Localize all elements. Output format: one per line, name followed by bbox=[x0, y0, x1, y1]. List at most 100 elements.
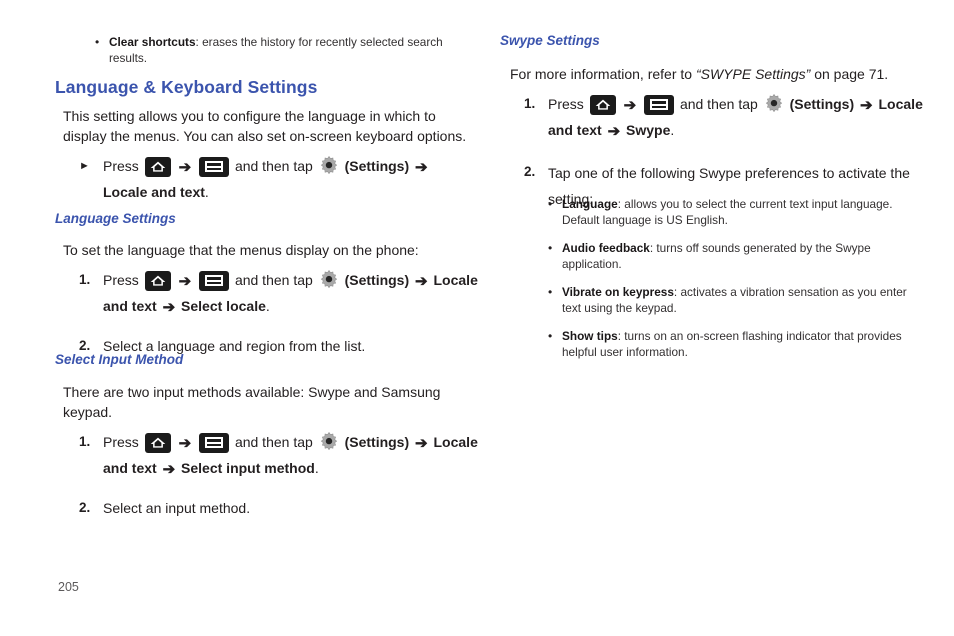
swype-preferences-list: • Language: allows you to select the curr… bbox=[548, 197, 908, 360]
and-then-tap-label: and then tap bbox=[234, 272, 313, 288]
step-number: 1. bbox=[79, 434, 91, 449]
house-glyph bbox=[150, 275, 165, 286]
bullet-icon: • bbox=[548, 285, 553, 299]
arrow-icon-3: ➔ bbox=[607, 123, 621, 140]
gear-glyph bbox=[320, 431, 337, 451]
locale-label-part1: Locale bbox=[878, 96, 923, 112]
bullet-icon: • bbox=[95, 35, 100, 49]
settings-gear-icon[interactable] bbox=[318, 269, 340, 291]
clear-shortcuts-list: • Clear shortcuts: erases the history for… bbox=[95, 35, 465, 66]
swype-reference-line: For more information, refer to “SWYPE Se… bbox=[510, 64, 930, 84]
period: . bbox=[670, 122, 675, 138]
term-show-tips: Show tips bbox=[562, 329, 618, 343]
menu-key-icon[interactable] bbox=[199, 433, 230, 453]
reference-italic-title: “SWYPE Settings” bbox=[695, 66, 811, 82]
home-key-icon[interactable] bbox=[589, 95, 616, 115]
period: . bbox=[265, 298, 270, 314]
term-vibrate-on-keypress: Vibrate on keypress bbox=[562, 285, 674, 299]
select-input-method-step-2: 2. Select an input method. bbox=[71, 496, 486, 520]
gear-glyph bbox=[320, 269, 337, 289]
step-number: 2. bbox=[524, 164, 536, 179]
language-settings-intro: To set the language that the menus displ… bbox=[63, 242, 419, 258]
locale-and-text-label-part2: and text bbox=[103, 298, 157, 314]
press-label: Press bbox=[103, 158, 139, 174]
list-item: • Clear shortcuts: erases the history for… bbox=[95, 35, 465, 66]
gear-glyph bbox=[320, 155, 337, 175]
page-title: Language & Keyboard Settings bbox=[55, 77, 318, 97]
menu-glyph bbox=[650, 99, 669, 110]
select-locale-label: Select locale bbox=[181, 298, 266, 314]
triangle-bullet-icon: ► bbox=[79, 160, 90, 172]
locale-and-text-label: Locale and text bbox=[103, 184, 205, 200]
step-number: 1. bbox=[79, 272, 91, 287]
list-item: • Audio feedback: turns off sounds genera… bbox=[548, 241, 908, 272]
triangle-step: ► Press ➔ and then tap (Settings) ➔ Loca… bbox=[71, 154, 481, 205]
period: . bbox=[204, 184, 209, 200]
and-then-tap-label: and then tap bbox=[679, 96, 758, 112]
arrow-icon-3: ➔ bbox=[162, 299, 176, 316]
home-key-icon[interactable] bbox=[144, 433, 171, 453]
settings-gear-icon[interactable] bbox=[763, 93, 785, 115]
select-input-method-label: Select input method bbox=[181, 460, 315, 476]
subsection-select-input-method-title: Select Input Method bbox=[55, 352, 184, 367]
document-page: • Clear shortcuts: erases the history for… bbox=[0, 0, 954, 636]
bullet-icon: • bbox=[548, 329, 553, 343]
settings-label: (Settings) bbox=[344, 272, 410, 288]
menu-key-icon[interactable] bbox=[199, 271, 230, 291]
swype-step-1: 1. Press ➔ and then tap (Settings) ➔ Loc… bbox=[516, 92, 936, 144]
arrow-icon-2: ➔ bbox=[860, 97, 873, 114]
bullet-icon: • bbox=[548, 197, 553, 211]
subsection-swype-settings-title: Swype Settings bbox=[500, 33, 600, 48]
locale-and-text-label-part1: Locale bbox=[433, 272, 478, 288]
reference-prefix: For more information, refer to bbox=[510, 66, 693, 82]
press-label: Press bbox=[103, 272, 139, 288]
menu-key-icon[interactable] bbox=[644, 95, 675, 115]
press-label: Press bbox=[548, 96, 584, 112]
and-then-tap-label: and then tap bbox=[234, 158, 313, 174]
arrow-icon-2: ➔ bbox=[415, 435, 428, 452]
arrow-icon-3: ➔ bbox=[162, 461, 176, 478]
menu-glyph bbox=[205, 161, 224, 172]
settings-gear-icon[interactable] bbox=[318, 431, 340, 453]
arrow-icon: ➔ bbox=[178, 435, 192, 452]
home-key-icon[interactable] bbox=[144, 271, 171, 291]
locale-label-part2: and text bbox=[103, 460, 157, 476]
settings-gear-icon[interactable] bbox=[318, 155, 340, 177]
arrow-icon: ➔ bbox=[623, 97, 637, 114]
list-item: • Vibrate on keypress: activates a vibrat… bbox=[548, 285, 908, 316]
step-text: Select an input method. bbox=[103, 500, 251, 516]
language-settings-step-1: 1. Press ➔ and then tap (Settings) ➔ Loc… bbox=[71, 268, 486, 320]
press-label: Press bbox=[103, 434, 139, 450]
intro-paragraph: This setting allows you to configure the… bbox=[63, 108, 467, 144]
locale-label-part2: and text bbox=[548, 122, 602, 138]
gear-glyph bbox=[765, 93, 782, 113]
reference-suffix: on page 71. bbox=[814, 66, 889, 82]
house-glyph bbox=[150, 161, 165, 172]
settings-label: (Settings) bbox=[789, 96, 855, 112]
subsection-language-settings-title: Language Settings bbox=[55, 211, 176, 226]
list-item: • Language: allows you to select the curr… bbox=[548, 197, 908, 228]
arrow-icon-2: ➔ bbox=[415, 273, 428, 290]
page-number: 205 bbox=[58, 580, 79, 594]
house-glyph bbox=[150, 437, 165, 448]
list-item: • Show tips: turns on an on-screen flashi… bbox=[548, 329, 908, 360]
house-glyph bbox=[595, 99, 610, 110]
arrow-icon-2: ➔ bbox=[415, 159, 428, 176]
arrow-icon: ➔ bbox=[178, 273, 192, 290]
term-audio-feedback: Audio feedback bbox=[562, 241, 650, 255]
settings-label: (Settings) bbox=[344, 158, 410, 174]
menu-key-icon[interactable] bbox=[199, 157, 230, 177]
menu-glyph bbox=[205, 275, 224, 286]
term-clear-shortcuts: Clear shortcuts bbox=[109, 35, 196, 49]
step-number: 2. bbox=[79, 500, 91, 515]
period: . bbox=[314, 460, 319, 476]
locale-label-part1: Locale bbox=[433, 434, 478, 450]
swype-label: Swype bbox=[626, 122, 671, 138]
term-language: Language bbox=[562, 197, 618, 211]
home-key-icon[interactable] bbox=[144, 157, 171, 177]
step-number: 1. bbox=[524, 96, 536, 111]
select-input-method-step-1: 1. Press ➔ and then tap (Settings) ➔ Loc… bbox=[71, 430, 486, 482]
select-input-method-intro: There are two input methods available: S… bbox=[63, 384, 441, 420]
menu-glyph bbox=[205, 437, 224, 448]
and-then-tap-label: and then tap bbox=[234, 434, 313, 450]
